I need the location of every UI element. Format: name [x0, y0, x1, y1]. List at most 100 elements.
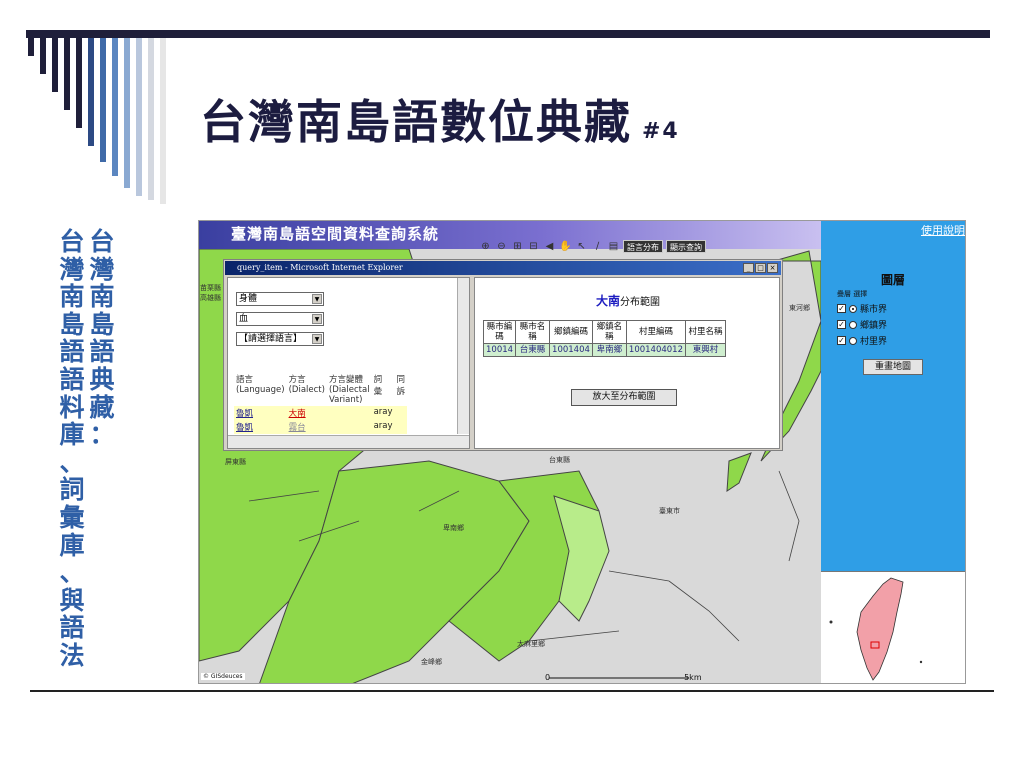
chevron-down-icon: ▼ — [312, 314, 322, 324]
deco-bar — [28, 38, 34, 56]
layer-subtitle: 疊層 選擇 — [837, 290, 868, 298]
deco-bar — [112, 38, 118, 176]
vertical-scrollbar[interactable] — [457, 278, 469, 434]
side-caption-1: 台灣南島語語料庫、詞彙庫、與語法 — [58, 228, 86, 670]
zoom-in-icon[interactable]: ⊕ — [479, 240, 492, 253]
checkbox[interactable]: ✓ — [837, 320, 846, 329]
side-char: 、 — [59, 558, 85, 588]
zoom-out-icon[interactable]: ⊖ — [495, 240, 508, 253]
map-label: 太麻里鄉 — [517, 640, 545, 648]
word-cell: aray — [373, 421, 393, 431]
map-label: 金峰鄉 — [421, 658, 442, 666]
deco-bar — [88, 38, 94, 146]
side-char: 庫 — [59, 420, 85, 450]
side-char: ： — [89, 420, 115, 450]
maximize-button[interactable]: □ — [755, 263, 766, 273]
column-header: 鄉鎮編碼 — [549, 320, 593, 344]
cognate-cell — [394, 420, 408, 434]
col-language: 語言 (Language) — [236, 375, 285, 395]
overview-map[interactable] — [821, 571, 965, 683]
chevron-down-icon: ▼ — [312, 294, 322, 304]
measure-icon[interactable]: ∕ — [591, 240, 604, 253]
deco-bar — [124, 38, 130, 188]
table-row: 魯凱 大南 aray — [234, 406, 408, 420]
map-view[interactable]: 臺灣南島語空間資料查詢系統 ⊕ ⊖ ⊞ ⊟ ◀ ✋ ↖ ∕ ▤ 語言分布 顯示查… — [199, 221, 821, 683]
col-variant: 方言變體 (Dialectal Variant) — [328, 375, 370, 405]
table-cell: 1001404012 — [625, 343, 687, 357]
side-char: 南 — [89, 282, 115, 312]
hand-icon[interactable]: ✋ — [559, 240, 572, 253]
language-select[interactable]: 【請選擇語言】 ▼ — [236, 332, 324, 346]
variant-cell — [326, 420, 372, 434]
map-label: 高雄縣 — [200, 294, 221, 302]
side-char: 詞 — [59, 475, 85, 505]
variant-cell — [326, 406, 372, 420]
layer-county[interactable]: ✓ 縣市界 — [837, 302, 949, 315]
column-header: 村里編碼 — [625, 320, 687, 344]
table-cell: 1001404 — [549, 343, 593, 357]
layer-township[interactable]: ✓ 鄉鎮界 — [837, 318, 949, 331]
category-select[interactable]: 身體 ▼ — [236, 292, 324, 306]
full-extent-icon[interactable]: ⊟ — [527, 240, 540, 253]
side-char: 藏 — [89, 392, 115, 422]
horizontal-scrollbar[interactable] — [228, 435, 469, 448]
side-char: 島 — [89, 309, 115, 339]
window-controls: _ □ × — [743, 263, 778, 273]
layer-village[interactable]: ✓ 村里界 — [837, 334, 949, 347]
table-row: 10014 台東縣 1001404 卑南鄉 1001404012 東興村 — [482, 343, 726, 357]
side-caption-2: 台灣南島語典藏： — [88, 228, 116, 449]
query-pane: 身體 ▼ 血 ▼ 【請選擇語言】 ▼ 語言 (Language) 方言 (Dialect)… — [227, 277, 470, 449]
radio[interactable] — [849, 336, 857, 345]
redraw-map-button[interactable]: 重畫地圖 — [863, 359, 923, 375]
screenshot: 臺灣南島語空間資料查詢系統 ⊕ ⊖ ⊞ ⊟ ◀ ✋ ↖ ∕ ▤ 語言分布 顯示查… — [198, 220, 966, 684]
column-header: 村里名稱 — [685, 320, 726, 344]
language-table: 語言 (Language) 方言 (Dialect) 方言變體 (Dialectal V… — [234, 372, 408, 434]
popup-titlebar[interactable]: query_item - Microsoft Internet Explorer… — [225, 261, 781, 275]
language-link[interactable]: 魯凱 — [236, 409, 253, 419]
side-char: 灣 — [59, 254, 85, 284]
minimize-button[interactable]: _ — [743, 263, 754, 273]
scale-unit: 5km — [684, 673, 702, 682]
checkbox[interactable]: ✓ — [837, 304, 846, 313]
table-cell: 卑南鄉 — [591, 343, 627, 357]
close-button[interactable]: × — [767, 263, 778, 273]
side-char: 語 — [59, 364, 85, 394]
side-char: 彙 — [59, 502, 85, 532]
scale-bar: 0 5km — [545, 673, 702, 682]
radio[interactable] — [849, 304, 857, 313]
deco-bar — [100, 38, 106, 162]
language-link[interactable]: 魯凱 — [236, 423, 253, 433]
map-label: 台東縣 — [549, 456, 570, 464]
pan-icon[interactable]: ⊞ — [511, 240, 524, 253]
side-char: 南 — [59, 282, 85, 312]
select-icon[interactable]: ↖ — [575, 240, 588, 253]
print-icon[interactable]: ▤ — [607, 240, 620, 253]
back-icon[interactable]: ◀ — [543, 240, 556, 253]
table-header: 縣市編碼 縣市名稱 鄉鎮編碼 鄉鎮名稱 村里編碼 村里名稱 — [482, 320, 726, 344]
dialect-link[interactable]: 霧台 — [289, 423, 306, 433]
distribution-title: 大南分布範圍 — [595, 294, 660, 308]
column-header: 鄉鎮名稱 — [591, 320, 627, 344]
gis-logo: © GISdeuces — [201, 673, 245, 680]
side-char: 庫 — [59, 530, 85, 560]
table-cell: 10014 — [482, 343, 517, 357]
side-char: 典 — [89, 364, 115, 394]
radio[interactable] — [849, 320, 857, 329]
word-select[interactable]: 血 ▼ — [236, 312, 324, 326]
dialect-link[interactable]: 大南 — [289, 409, 306, 419]
show-query-button[interactable]: 顯示查詢 — [666, 239, 706, 253]
map-toolbar: ⊕ ⊖ ⊞ ⊟ ◀ ✋ ↖ ∕ ▤ 語言分布 顯示查詢 — [479, 238, 706, 254]
slide-number: #4 — [642, 119, 680, 144]
layer-title: 圖層 — [880, 273, 905, 287]
side-char: 島 — [59, 309, 85, 339]
deco-bar — [64, 38, 70, 110]
zoom-to-range-button[interactable]: 放大至分布範圍 — [571, 389, 677, 406]
help-link[interactable]: 使用說明 — [921, 222, 965, 238]
side-char: 語 — [89, 337, 115, 367]
cognate-cell — [394, 406, 408, 420]
layer-box: 圖層 疊層 選擇 ✓ 縣市界 ✓ 鄉鎮界 ✓ 村里界 重畫地圖 — [837, 271, 949, 375]
query-popup-window[interactable]: query_item - Microsoft Internet Explorer… — [223, 259, 783, 451]
checkbox[interactable]: ✓ — [837, 336, 846, 345]
side-char: 與 — [59, 585, 85, 615]
language-distribution-button[interactable]: 語言分布 — [623, 239, 663, 253]
